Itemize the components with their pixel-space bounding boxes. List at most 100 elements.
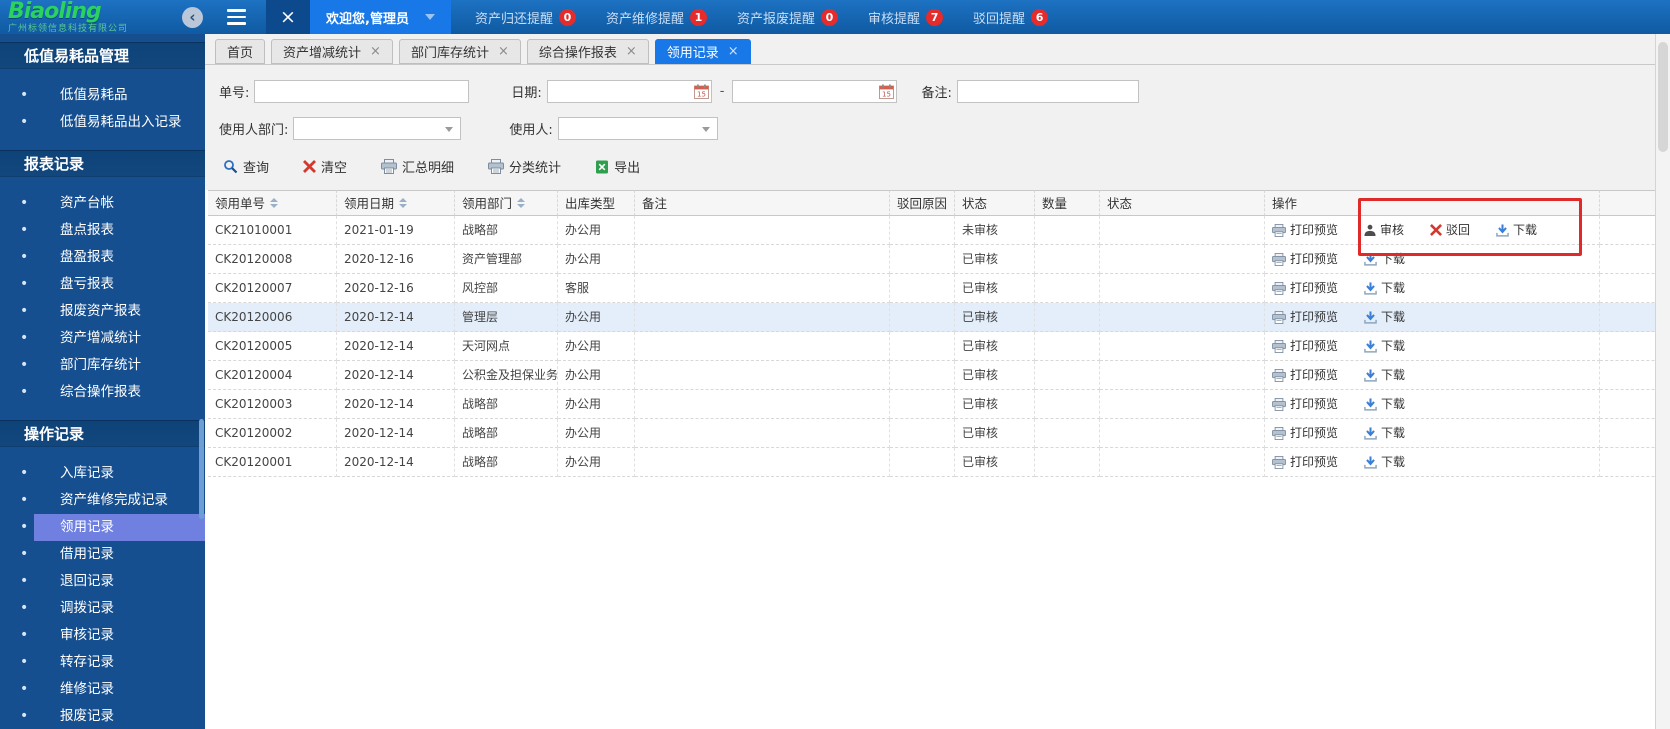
- sidebar-item-label: 盘亏报表: [60, 276, 114, 292]
- table-row[interactable]: CK20120001 2020-12-14 战略部 办公用 已审核 打印预览 下…: [208, 448, 1670, 477]
- download-icon: [1364, 397, 1377, 411]
- sidebar-item[interactable]: • 资产台帐: [0, 190, 205, 217]
- notification-item[interactable]: 资产维修提醒 1: [606, 8, 707, 27]
- tab[interactable]: 部门库存统计 ×: [398, 39, 521, 64]
- export-button[interactable]: 导出: [595, 157, 640, 176]
- table-row[interactable]: CK20120003 2020-12-14 战略部 办公用 已审核 打印预览 下…: [208, 390, 1670, 419]
- sidebar-item[interactable]: • 低值易耗品: [0, 82, 205, 109]
- scrollbar-thumb[interactable]: [1658, 42, 1668, 152]
- column-header[interactable]: 驳回原因: [890, 190, 955, 216]
- cell-status: 已审核: [955, 361, 1035, 390]
- sidebar-item[interactable]: • 调拨记录: [0, 595, 205, 622]
- column-header[interactable]: 状态: [1100, 190, 1265, 216]
- table-row[interactable]: CK20120006 2020-12-14 管理层 办公用 已审核 打印预览 下…: [208, 303, 1670, 332]
- download-button[interactable]: 下载: [1364, 419, 1405, 447]
- table-row[interactable]: CK21010001 2021-01-19 战略部 办公用 未审核 打印预览 审…: [208, 216, 1670, 245]
- notification-item[interactable]: 资产归还提醒 0: [475, 8, 576, 27]
- date-from-input[interactable]: [546, 79, 712, 103]
- tab[interactable]: 资产增减统计 ×: [271, 39, 393, 64]
- column-header[interactable]: 操作: [1265, 190, 1600, 216]
- remark-input[interactable]: [956, 79, 1139, 103]
- tab-close-icon[interactable]: ×: [370, 45, 381, 58]
- cell-remark: [635, 390, 890, 419]
- category-stats-button[interactable]: 分类统计: [488, 157, 561, 176]
- sidebar-item[interactable]: • 转存记录: [0, 649, 205, 676]
- table-row[interactable]: CK20120004 2020-12-14 公积金及担保业务部 办公用 已审核 …: [208, 361, 1670, 390]
- download-button[interactable]: 下载: [1496, 216, 1537, 244]
- sidebar-item[interactable]: • 资产维修完成记录: [0, 487, 205, 514]
- sidebar-item[interactable]: • 审核记录: [0, 622, 205, 649]
- notification-item[interactable]: 资产报废提醒 0: [737, 8, 838, 27]
- tab-label: 部门库存统计: [410, 46, 489, 61]
- download-button[interactable]: 下载: [1364, 303, 1405, 331]
- download-button[interactable]: 下载: [1364, 332, 1405, 360]
- print-preview-button[interactable]: 打印预览: [1272, 448, 1338, 476]
- reject-button[interactable]: 驳回: [1430, 216, 1470, 244]
- download-button[interactable]: 下载: [1364, 361, 1405, 389]
- clear-button[interactable]: 清空: [303, 157, 347, 176]
- print-preview-button[interactable]: 打印预览: [1272, 303, 1338, 331]
- column-header[interactable]: 领用单号: [208, 190, 337, 216]
- sidebar-item[interactable]: • 借用记录: [0, 541, 205, 568]
- column-header[interactable]: 领用日期: [337, 190, 455, 216]
- table-row[interactable]: CK20120008 2020-12-16 资产管理部 办公用 已审核 打印预览: [208, 245, 1670, 274]
- welcome-user-dropdown[interactable]: 欢迎您,管理员: [310, 0, 451, 34]
- download-button[interactable]: 下载: [1364, 274, 1405, 302]
- notification-item[interactable]: 审核提醒 7: [868, 8, 944, 27]
- tab-close-icon[interactable]: ×: [498, 45, 509, 58]
- column-header[interactable]: 备注: [635, 190, 890, 216]
- sidebar-item[interactable]: • 维修记录: [0, 676, 205, 703]
- sidebar-item[interactable]: • 部门库存统计: [0, 352, 205, 379]
- table-row[interactable]: CK20120007 2020-12-16 风控部 客服 已审核 打印预览 下载: [208, 274, 1670, 303]
- print-preview-button[interactable]: 打印预览: [1272, 419, 1338, 447]
- search-button[interactable]: 查询: [223, 157, 269, 176]
- column-header[interactable]: 状态: [955, 190, 1035, 216]
- close-icon[interactable]: ×: [266, 0, 310, 34]
- sidebar-scrollbar[interactable]: [199, 419, 204, 519]
- audit-button[interactable]: 审核: [1364, 216, 1404, 244]
- tab[interactable]: 领用记录 ×: [654, 39, 751, 64]
- sidebar-item[interactable]: • 报废资产报表: [0, 298, 205, 325]
- user-department-select[interactable]: [293, 116, 462, 140]
- download-button[interactable]: 下载: [1364, 245, 1405, 273]
- collapse-back-button[interactable]: ‹: [182, 6, 203, 28]
- calendar-icon[interactable]: 15: [879, 84, 895, 99]
- menu-toggle-icon[interactable]: [223, 5, 250, 29]
- sidebar-item[interactable]: • 综合操作报表: [0, 379, 205, 406]
- user-select[interactable]: [557, 116, 718, 140]
- calendar-icon[interactable]: 15: [693, 84, 709, 99]
- cell-status2: [1100, 216, 1265, 245]
- column-header[interactable]: 领用部门: [455, 190, 558, 216]
- tab-close-icon[interactable]: ×: [728, 45, 739, 58]
- print-preview-button[interactable]: 打印预览: [1272, 274, 1338, 302]
- download-icon: [1496, 223, 1509, 237]
- summary-detail-button[interactable]: 汇总明细: [381, 157, 454, 176]
- sidebar-item[interactable]: • 资产增减统计: [0, 325, 205, 352]
- tab[interactable]: 综合操作报表 ×: [526, 39, 649, 64]
- table-row[interactable]: CK20120005 2020-12-14 天河网点 办公用 已审核 打印预览: [208, 332, 1670, 361]
- sidebar-item[interactable]: • 低值易耗品出入记录: [0, 109, 205, 136]
- tab-close-icon[interactable]: ×: [626, 45, 637, 58]
- print-preview-button[interactable]: 打印预览: [1272, 361, 1338, 389]
- tab[interactable]: 首页: [215, 39, 266, 64]
- sidebar-item[interactable]: • 领用记录: [0, 514, 205, 541]
- print-preview-button[interactable]: 打印预览: [1272, 332, 1338, 360]
- download-button[interactable]: 下载: [1364, 390, 1405, 418]
- print-preview-button[interactable]: 打印预览: [1272, 216, 1338, 244]
- sidebar-item[interactable]: • 退回记录: [0, 568, 205, 595]
- print-preview-button[interactable]: 打印预览: [1272, 245, 1338, 273]
- sidebar-item[interactable]: • 盘亏报表: [0, 271, 205, 298]
- column-header[interactable]: 数量: [1035, 190, 1100, 216]
- sidebar-item[interactable]: • 盘点报表: [0, 217, 205, 244]
- notification-item[interactable]: 驳回提醒 6: [973, 8, 1049, 27]
- sidebar-item[interactable]: • 入库记录: [0, 460, 205, 487]
- date-to-input[interactable]: [732, 79, 898, 103]
- print-preview-button[interactable]: 打印预览: [1272, 390, 1338, 418]
- order-no-input[interactable]: [254, 79, 470, 103]
- table-row[interactable]: CK20120002 2020-12-14 战略部 办公用 已审核 打印预览 下…: [208, 419, 1670, 448]
- sidebar-item[interactable]: • 报废记录: [0, 703, 205, 729]
- column-header[interactable]: 出库类型: [558, 190, 635, 216]
- download-button[interactable]: 下载: [1364, 448, 1405, 476]
- sidebar-item[interactable]: • 盘盈报表: [0, 244, 205, 271]
- vertical-scrollbar[interactable]: [1655, 34, 1670, 729]
